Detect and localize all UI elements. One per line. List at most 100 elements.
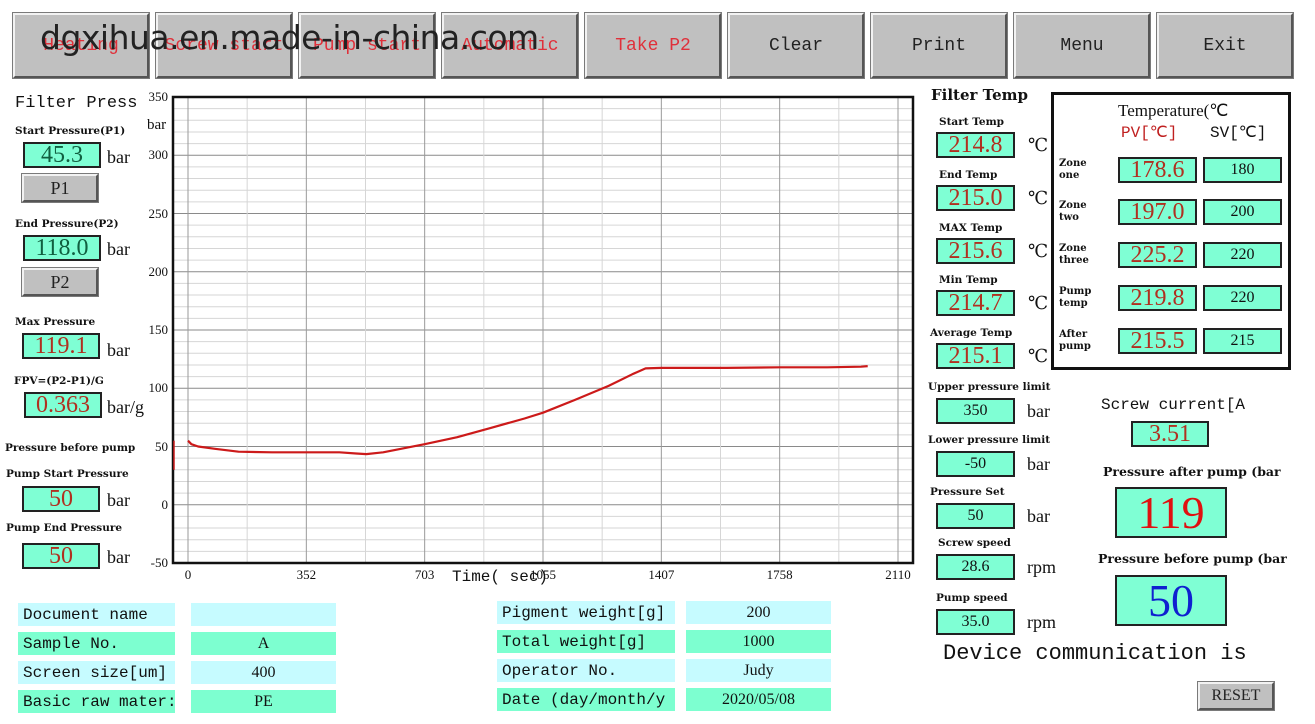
y-tick-label: -50 (150, 555, 168, 570)
info-value-field[interactable]: 200 (686, 601, 831, 624)
setting-label: Pump speed (936, 592, 1008, 604)
x-tick-label: 1407 (648, 567, 675, 582)
setting-input[interactable]: -50 (936, 451, 1015, 477)
info-key: Total weight[g] (497, 630, 675, 653)
zone-label-line1: Zone (1059, 158, 1087, 169)
zone-label-line2: temp (1059, 298, 1088, 309)
x-tick-label: 0 (184, 567, 192, 582)
filter-temp-value: 214.7 (936, 290, 1015, 316)
setting-input[interactable]: 35.0 (936, 609, 1015, 635)
filter-temp-value: 214.8 (936, 132, 1015, 158)
filter-temp-label: MAX Temp (939, 222, 1003, 234)
filter-temp-label: End Temp (939, 169, 998, 181)
celsius-unit: ℃ (1028, 346, 1049, 366)
y-tick-label: 200 (148, 263, 169, 279)
setting-unit: rpm (1027, 612, 1056, 632)
x-tick-label: 2110 (885, 567, 911, 582)
zone-label-line2: two (1059, 212, 1079, 223)
zone-label: Zone one (1059, 158, 1087, 182)
setting-unit: bar (1027, 401, 1050, 421)
zone-label-line2: one (1059, 170, 1080, 181)
y-tick-label: 350 (148, 89, 169, 104)
zone-label: Zone two (1059, 200, 1087, 224)
zone-sv-input[interactable]: 180 (1203, 157, 1282, 183)
zone-label: Zone three (1059, 243, 1089, 267)
zone-label-line1: Pump (1059, 286, 1092, 297)
info-value-field[interactable]: 1000 (686, 630, 831, 653)
zone-pv-value: 225.2 (1118, 242, 1197, 268)
pressure-after-pump-label: Pressure after pump (bar (1103, 464, 1281, 479)
zone-sv-input[interactable]: 215 (1203, 328, 1282, 354)
info-value-field[interactable]: Judy (686, 659, 831, 682)
temperature-panel: Temperature(℃ PV[℃] SV[℃] Zone one 178.6 18… (1051, 92, 1291, 370)
setting-label: Upper pressure limit (928, 381, 1051, 393)
zone-pv-value: 197.0 (1118, 199, 1197, 225)
filter-temp-title: Filter Temp (931, 86, 1028, 104)
pv-header: PV[℃] (1121, 124, 1178, 142)
setting-unit: rpm (1027, 557, 1056, 577)
filter-temp-value: 215.0 (936, 185, 1015, 211)
filter-temp-label: Min Temp (939, 274, 998, 286)
setting-input[interactable]: 50 (936, 503, 1015, 529)
y-axis-label: bar (147, 117, 167, 133)
setting-input[interactable]: 350 (936, 398, 1015, 424)
y-tick-label: 100 (148, 380, 169, 396)
x-tick-label: 352 (296, 567, 317, 582)
pressure-after-pump-value: 119 (1115, 487, 1227, 538)
zone-label-line1: Zone (1059, 243, 1087, 254)
device-status-text: Device communication is (943, 641, 1247, 666)
setting-unit: bar (1027, 454, 1050, 474)
y-tick-label: 250 (148, 205, 169, 221)
y-tick-label: 50 (155, 438, 168, 454)
zone-label-line1: Zone (1059, 200, 1087, 211)
pressure-before-pump-value: 50 (1115, 575, 1227, 626)
y-tick-label: 300 (148, 147, 169, 163)
zone-sv-input[interactable]: 200 (1203, 199, 1282, 225)
setting-label: Lower pressure limit (928, 434, 1051, 446)
zone-pv-value: 219.8 (1118, 285, 1197, 311)
zone-pv-value: 178.6 (1118, 157, 1197, 183)
zone-sv-input[interactable]: 220 (1203, 285, 1282, 311)
y-tick-label: 0 (161, 496, 169, 512)
setting-input[interactable]: 28.6 (936, 554, 1015, 580)
setting-label: Pressure Set (930, 486, 1005, 498)
info-value-field[interactable]: 400 (191, 661, 336, 684)
info-value-field[interactable] (191, 603, 336, 626)
sv-header: SV[℃] (1210, 124, 1267, 142)
reset-button[interactable]: RESET (1197, 681, 1275, 711)
screw-current-value: 3.51 (1131, 421, 1209, 447)
info-value-field[interactable]: A (191, 632, 336, 655)
filter-temp-value: 215.6 (936, 238, 1015, 264)
info-key: Document name (18, 603, 175, 626)
y-tick-label: 150 (148, 322, 169, 337)
x-tick-label: 1758 (766, 567, 793, 582)
celsius-unit: ℃ (1028, 188, 1049, 208)
info-key: Date (day/month/y (497, 688, 675, 711)
filter-temp-label: Average Temp (930, 327, 1013, 339)
zone-sv-input[interactable]: 220 (1203, 242, 1282, 268)
zone-label: After pump (1059, 329, 1091, 353)
filter-temp-label: Start Temp (939, 116, 1005, 128)
info-key: Screen size[um] (18, 661, 175, 684)
zone-label: Pump temp (1059, 286, 1091, 310)
screw-current-label: Screw current[A (1101, 396, 1246, 414)
celsius-unit: ℃ (1028, 293, 1049, 313)
zone-label-line1: After (1059, 329, 1088, 340)
x-axis-label: Time( sec) (452, 568, 549, 586)
celsius-unit: ℃ (1028, 135, 1049, 155)
info-key: Sample No. (18, 632, 175, 655)
setting-unit: bar (1027, 506, 1050, 526)
info-key: Basic raw mater: (18, 690, 175, 713)
x-tick-label: 703 (414, 567, 435, 582)
celsius-unit: ℃ (1028, 241, 1049, 261)
zone-label-line2: pump (1059, 341, 1091, 352)
info-key: Pigment weight[g] (497, 601, 675, 624)
zone-pv-value: 215.5 (1118, 328, 1197, 354)
pressure-before-pump-label: Pressure before pump (bar (1098, 551, 1287, 566)
info-value-field[interactable]: PE (191, 690, 336, 713)
zone-label-line2: three (1059, 255, 1089, 266)
setting-label: Screw speed (938, 537, 1011, 549)
temperature-panel-title: Temperature(℃ (1118, 101, 1229, 120)
info-key: Operator No. (497, 659, 675, 682)
info-value-field[interactable]: 2020/05/08 (686, 688, 831, 711)
